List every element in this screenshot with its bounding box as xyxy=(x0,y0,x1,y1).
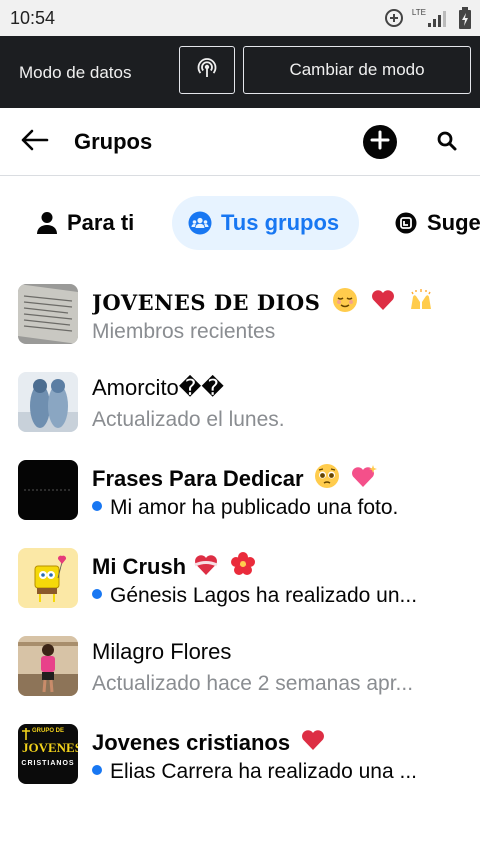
heart-with-ribbon-emoji xyxy=(192,551,220,577)
group-subtitle-text: Elias Carrera ha realizado una ... xyxy=(110,760,417,783)
group-thumbnail xyxy=(18,284,78,344)
raising-hands-emoji xyxy=(408,287,434,313)
tab-sugerencias[interactable]: Suge xyxy=(380,196,480,250)
group-subtitle: Mi amor ha publicado una foto. xyxy=(92,496,398,520)
group-name: Jovenes cristianos xyxy=(92,727,326,756)
group-name-text: JOVENES DE DIOS xyxy=(92,290,321,315)
unread-dot xyxy=(92,589,102,599)
broadcast-button[interactable] xyxy=(179,46,235,94)
data-mode-label: Modo de datos xyxy=(19,63,132,82)
group-row-mi-crush[interactable]: Mi Crush Génesis Lagos ha realizado un..… xyxy=(0,534,480,622)
arrow-left-icon xyxy=(19,128,49,157)
tab-tus-grupos[interactable]: Tus grupos xyxy=(172,196,360,250)
group-subtitle: Miembros recientes xyxy=(92,320,276,343)
create-group-button[interactable] xyxy=(363,125,397,159)
groups-icon xyxy=(188,211,212,235)
tab-label: Suge xyxy=(427,210,480,235)
plus-icon xyxy=(370,130,390,155)
group-name-text: Jovenes cristianos xyxy=(92,730,291,755)
lte-label: LTE xyxy=(411,8,426,17)
broadcast-icon xyxy=(195,56,219,85)
group-row-jovenes-de-dios[interactable]: JOVENES DE DIOS Miembros recientes xyxy=(0,270,480,358)
red-heart-emoji xyxy=(370,287,396,313)
thumbnail-line: CRISTIANOS xyxy=(21,760,75,767)
page-title: Grupos xyxy=(74,129,153,154)
sparkling-heart-emoji xyxy=(350,463,378,489)
tab-para-ti[interactable]: Para ti xyxy=(22,196,148,250)
compass-badge-icon xyxy=(394,211,418,235)
tab-label: Tus grupos xyxy=(221,210,340,235)
group-thumbnail xyxy=(18,548,78,608)
battery-charging-icon xyxy=(458,7,472,29)
switch-mode-button[interactable]: Cambiar de modo xyxy=(243,46,471,94)
group-subtitle: Génesis Lagos ha realizado un... xyxy=(92,584,417,608)
search-icon xyxy=(436,130,458,157)
group-name-text: Mi Crush xyxy=(92,554,187,579)
status-bar: 10:54 LTE xyxy=(0,0,480,36)
group-name-text: Frases Para Dedicar xyxy=(92,466,304,491)
pleading-face-emoji xyxy=(314,463,340,489)
group-subtitle: Actualizado el lunes. xyxy=(92,408,285,431)
group-subtitle: Actualizado hace 2 semanas apr... xyxy=(92,672,414,695)
red-heart-emoji xyxy=(300,727,326,753)
search-button[interactable] xyxy=(430,126,464,160)
group-name: Milagro Flores xyxy=(92,639,232,664)
data-mode-banner: Modo de datos Cambiar de modo xyxy=(0,36,480,108)
header: Grupos xyxy=(0,108,480,176)
group-thumbnail xyxy=(18,372,78,432)
group-thumbnail: GRUPO DE JOVENES CRISTIANOS xyxy=(18,724,78,784)
group-name: JOVENES DE DIOS xyxy=(92,287,434,315)
group-thumbnail xyxy=(18,460,78,520)
status-icons: LTE xyxy=(384,6,472,30)
data-saver-icon xyxy=(384,8,404,28)
relieved-face-emoji xyxy=(332,287,358,313)
person-icon xyxy=(36,211,58,235)
group-name: Amorcito�� xyxy=(92,375,224,400)
group-row-amorcito[interactable]: Amorcito�� Actualizado el lunes. xyxy=(0,358,480,446)
tab-label: Para ti xyxy=(67,210,135,235)
lte-signal-icon: LTE xyxy=(412,9,450,27)
group-subtitle: Elias Carrera ha realizado una ... xyxy=(92,760,417,784)
group-name: Mi Crush xyxy=(92,551,256,580)
unread-dot xyxy=(92,501,102,511)
hibiscus-emoji xyxy=(230,551,256,577)
group-row-jovenes-cristianos[interactable]: GRUPO DE JOVENES CRISTIANOS Jovenes cris… xyxy=(0,710,480,798)
group-subtitle-text: Mi amor ha publicado una foto. xyxy=(110,496,399,519)
group-subtitle-text: Génesis Lagos ha realizado un... xyxy=(110,584,418,607)
tab-bar: Para ti Tus grupos Suge xyxy=(0,178,480,268)
cross-icon xyxy=(22,727,30,745)
group-name: Frases Para Dedicar xyxy=(92,463,378,492)
group-row-frases-para-dedicar[interactable]: Frases Para Dedicar Mi amor ha publicado… xyxy=(0,446,480,534)
unread-dot xyxy=(92,765,102,775)
status-time: 10:54 xyxy=(10,8,56,28)
back-button[interactable] xyxy=(16,126,52,158)
group-thumbnail xyxy=(18,636,78,696)
group-row-milagro-flores[interactable]: Milagro Flores Actualizado hace 2 semana… xyxy=(0,622,480,710)
thumbnail-line: GRUPO DE xyxy=(32,728,65,734)
group-list: JOVENES DE DIOS Miembros recientes Amorc… xyxy=(0,270,480,798)
